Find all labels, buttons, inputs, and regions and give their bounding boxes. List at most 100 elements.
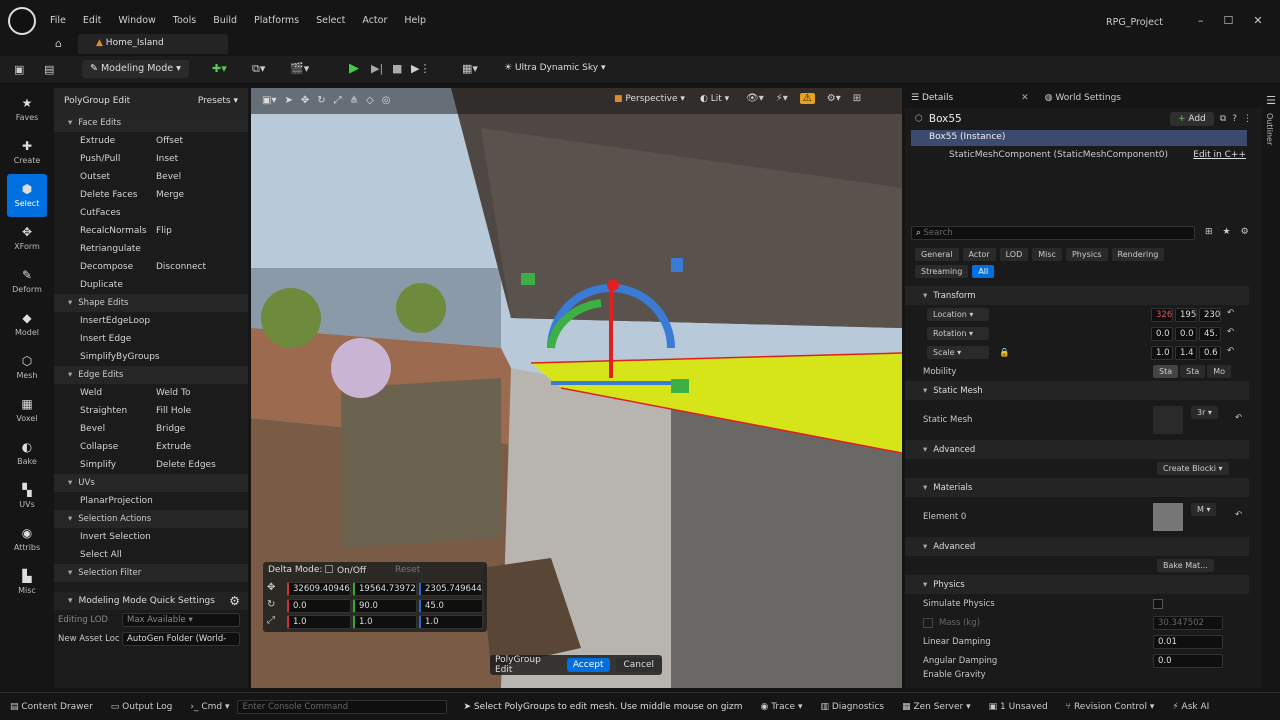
menu-window[interactable]: Window [118, 15, 155, 26]
selection-filter-header[interactable]: Selection Filter [54, 564, 248, 582]
shape-edits-header[interactable]: Shape Edits [54, 294, 248, 312]
reset-button[interactable]: Reset [385, 565, 431, 575]
material-dropdown[interactable]: M ▾ [1191, 503, 1217, 516]
location-dropdown[interactable]: Location ▾ [927, 308, 989, 321]
mode-mesh[interactable]: ⬡ Mesh [0, 346, 54, 389]
location-z[interactable]: 230 [1199, 307, 1221, 322]
tool-button[interactable]: Delete Edges [156, 460, 216, 470]
edit-cpp-link[interactable]: Edit in C++ [1193, 150, 1246, 160]
warning-icon[interactable]: ⚠ [799, 93, 815, 104]
tool-button[interactable]: Select All [80, 550, 122, 560]
blueprint-icon[interactable]: ⧉▾ [252, 62, 265, 76]
instance-row[interactable]: Box55 (Instance) [911, 130, 1247, 146]
tool-button[interactable]: Bridge [156, 424, 185, 434]
mobility-stationary[interactable]: Sta [1180, 365, 1206, 378]
delta-rot-z[interactable]: 45.0 [419, 599, 483, 613]
delta-scale-x[interactable]: 1.0 [287, 615, 351, 629]
rotation-x[interactable]: 0.0 [1151, 326, 1173, 341]
editing-lod-dropdown[interactable]: Max Available ▾ [122, 612, 240, 627]
face-edits-header[interactable]: Face Edits [54, 114, 248, 132]
output-log-button[interactable]: ▭ Output Log [111, 702, 173, 712]
quick-settings-header[interactable]: Modeling Mode Quick Settings ⚙ [54, 592, 248, 610]
tool-button[interactable]: Collapse [80, 442, 156, 452]
menu-edit[interactable]: Edit [83, 15, 101, 26]
select-tool-icon[interactable]: ➤ [284, 95, 292, 106]
grid-view-icon[interactable]: ⊞ [1205, 227, 1213, 237]
scale-dropdown[interactable]: Scale ▾ [927, 346, 989, 359]
viewport-settings-icon[interactable]: ⚙▾ [827, 93, 841, 104]
filter-streaming[interactable]: Streaming [915, 265, 969, 278]
tool-button[interactable]: Retriangulate [80, 244, 156, 254]
tool-button[interactable]: Simplify [80, 460, 156, 470]
filter-lod[interactable]: LOD [999, 248, 1029, 261]
create-blocking-button[interactable]: Create Blocki ▾ [1157, 462, 1229, 475]
transform-section[interactable]: Transform [905, 286, 1249, 305]
location-x[interactable]: 326 [1151, 307, 1173, 322]
scale-z[interactable]: 0.6 [1199, 345, 1221, 360]
menu-select[interactable]: Select [316, 15, 345, 26]
uvs-header[interactable]: UVs [54, 474, 248, 492]
blueprint-add-icon[interactable]: ⧉ [1220, 114, 1226, 124]
reset-arrow-icon[interactable]: ↶ [1235, 510, 1242, 520]
mode-bake[interactable]: ◐ Bake [0, 432, 54, 475]
mode-create[interactable]: ✚ Create [0, 131, 54, 174]
materials-section[interactable]: Materials [905, 478, 1249, 497]
menu-help[interactable]: Help [404, 15, 426, 26]
linear-damping-field[interactable]: 0.01 [1153, 634, 1223, 649]
close-details-icon[interactable]: ✕ [1021, 93, 1029, 103]
tool-button[interactable]: PlanarProjection [80, 496, 153, 506]
add-actor-icon[interactable]: ✚▾ [212, 62, 227, 75]
component-row[interactable]: StaticMeshComponent (StaticMeshComponent… [905, 146, 1262, 163]
tool-button[interactable]: InsertEdgeLoop [80, 316, 150, 326]
tool-button[interactable]: Push/Pull [80, 154, 156, 164]
menu-build[interactable]: Build [213, 15, 237, 26]
add-component-button[interactable]: + Add [1169, 112, 1214, 126]
tool-button[interactable]: Weld [80, 388, 156, 398]
tool-button[interactable]: Extrude [156, 442, 191, 452]
delta-scale-y[interactable]: 1.0 [353, 615, 417, 629]
help-icon[interactable]: ? [1232, 114, 1237, 124]
tool-button[interactable]: SimplifyByGroups [80, 352, 160, 362]
mode-voxel[interactable]: ▦ Voxel [0, 389, 54, 432]
mode-xform[interactable]: ✥ XForm [0, 217, 54, 260]
revision-control-dropdown[interactable]: ⑂ Revision Control ▾ [1066, 702, 1155, 712]
details-tab[interactable]: ☰ Details [911, 93, 953, 103]
cinematics-icon[interactable]: 🎬▾ [290, 62, 309, 75]
menu-file[interactable]: File [50, 15, 66, 26]
tool-button[interactable]: Merge [156, 190, 184, 200]
lit-dropdown[interactable]: ◐ Lit ▾ [700, 94, 729, 104]
bake-materials-button[interactable]: Bake Mat... [1157, 559, 1214, 572]
actor-name[interactable]: Box55 [929, 113, 962, 125]
tool-button[interactable]: Fill Hole [156, 406, 191, 416]
step-icon[interactable]: ▶| [371, 62, 383, 75]
menu-tools[interactable]: Tools [173, 15, 196, 26]
advanced-section[interactable]: Advanced [905, 440, 1249, 459]
tool-button[interactable]: Outset [80, 172, 156, 182]
accept-button[interactable]: Accept [566, 658, 610, 672]
tool-button[interactable]: Flip [156, 226, 172, 236]
cmd-dropdown[interactable]: ›_ Cmd ▾ [190, 702, 229, 712]
tool-button[interactable]: Duplicate [80, 280, 156, 290]
tool-button[interactable]: Bevel [156, 172, 181, 182]
content-drawer-button[interactable]: ▤ Content Drawer [10, 702, 93, 712]
level-tab[interactable]: ▲ Home_Island [78, 34, 228, 54]
filter-rendering[interactable]: Rendering [1111, 248, 1165, 261]
tool-button[interactable]: CutFaces [80, 208, 156, 218]
viewport-layout-icon[interactable]: ⊞ [853, 93, 861, 104]
simulate-physics-checkbox[interactable] [1153, 598, 1163, 609]
mode-dropdown[interactable]: ✎ Modeling Mode ▾ [82, 60, 189, 78]
details-options-icon[interactable]: ⋮ [1243, 114, 1252, 124]
mobility-movable[interactable]: Mo [1207, 365, 1232, 378]
move-tool-icon[interactable]: ✥ [301, 95, 309, 106]
mode-uvs[interactable]: ▚ UVs [0, 475, 54, 518]
mode-select[interactable]: ⬢ Select [7, 174, 47, 217]
tool-button[interactable]: Decompose [80, 262, 156, 272]
scale-tool-icon[interactable]: ⤢ [334, 95, 342, 106]
unreal-logo-icon[interactable] [8, 7, 36, 35]
reset-arrow-icon[interactable]: ↶ [1227, 308, 1234, 322]
edge-edits-header[interactable]: Edge Edits [54, 366, 248, 384]
scale-y[interactable]: 1.4 [1175, 345, 1197, 360]
play-button[interactable]: ▶ [349, 61, 359, 76]
material-advanced-section[interactable]: Advanced [905, 537, 1249, 556]
snap-icon[interactable]: ⋔ [350, 95, 358, 106]
